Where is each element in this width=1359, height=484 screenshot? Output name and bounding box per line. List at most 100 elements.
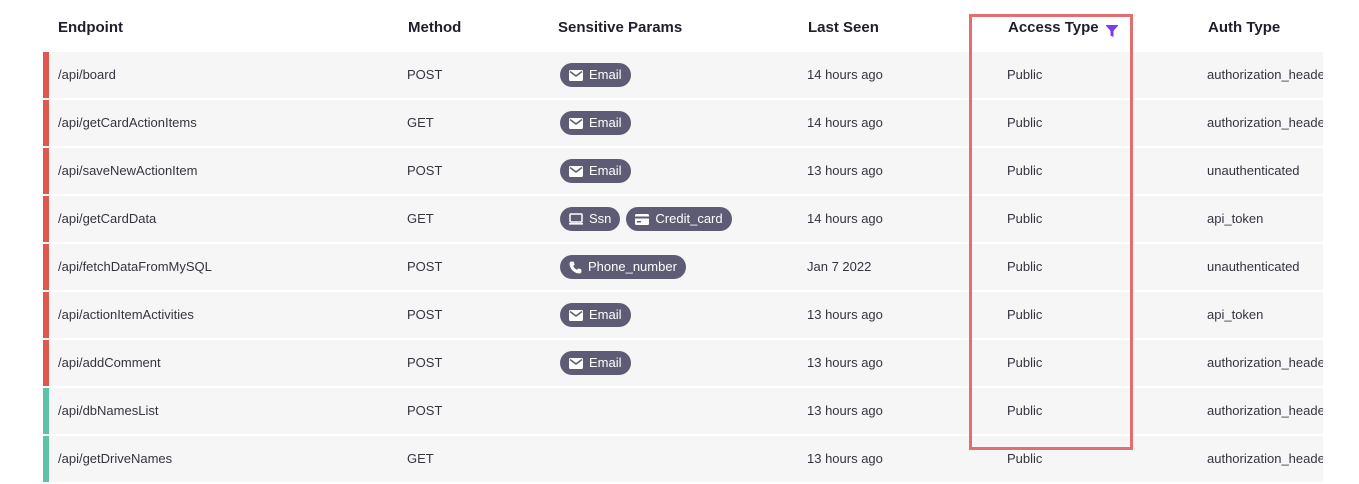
last-seen-cell: 13 hours ago: [807, 355, 883, 370]
table-row[interactable]: /api/getDriveNames GET 13 hours ago Public a…: [43, 436, 1323, 482]
endpoints-table: Endpoint Method Sensitive Params Last Se…: [43, 0, 1323, 484]
endpoint-cell[interactable]: /api/board: [58, 52, 116, 98]
access-type-cell: Public: [1007, 115, 1043, 130]
risk-indicator-bar: [43, 196, 49, 242]
column-header-auth-type[interactable]: Auth Type: [1208, 19, 1280, 36]
risk-indicator-bar: [43, 148, 49, 194]
sensitive-param-pill[interactable]: Ssn: [560, 207, 621, 231]
risk-indicator-bar: [43, 388, 49, 434]
email-icon: [569, 117, 583, 129]
access-type-cell: Public: [1007, 67, 1043, 82]
risk-indicator-bar: [43, 52, 49, 98]
auth-type-cell: unauthenticated: [1207, 259, 1300, 274]
email-icon: [569, 357, 583, 369]
method-cell: GET: [407, 115, 434, 130]
table-row[interactable]: /api/saveNewActionItem POST Email 13 hours …: [43, 148, 1323, 194]
endpoint-cell[interactable]: /api/saveNewActionItem: [58, 148, 197, 194]
endpoint-cell[interactable]: /api/addComment: [58, 340, 161, 386]
sensitive-param-label: Credit_card: [655, 211, 723, 226]
access-type-cell: Public: [1007, 163, 1043, 178]
phone-icon: [569, 261, 582, 274]
column-header-method[interactable]: Method: [408, 19, 461, 36]
sensitive-param-pill[interactable]: Email: [560, 159, 631, 183]
sensitive-params-cell: Email: [560, 148, 637, 194]
email-icon: [569, 165, 583, 177]
column-header-access-type[interactable]: Access Type: [1008, 19, 1099, 36]
sensitive-param-pill[interactable]: Email: [560, 303, 631, 327]
sensitive-param-label: Ssn: [589, 211, 612, 226]
endpoint-cell[interactable]: /api/getCardActionItems: [58, 100, 197, 146]
sensitive-param-label: Email: [589, 307, 622, 322]
sensitive-param-pill[interactable]: Credit_card: [626, 207, 732, 231]
auth-type-cell: authorization_header: [1207, 67, 1323, 82]
sensitive-param-pill[interactable]: Email: [560, 351, 631, 375]
method-cell: GET: [407, 451, 434, 466]
access-type-cell: Public: [1007, 307, 1043, 322]
last-seen-cell: 13 hours ago: [807, 403, 883, 418]
sensitive-param-pill[interactable]: Email: [560, 111, 631, 135]
column-header-endpoint[interactable]: Endpoint: [58, 19, 123, 36]
email-icon: [569, 69, 583, 81]
risk-indicator-bar: [43, 244, 49, 290]
table-row[interactable]: /api/getCardActionItems GET Email 14 hours …: [43, 100, 1323, 146]
sensitive-params-cell: Ssn Credit_card: [560, 196, 738, 242]
last-seen-cell: Jan 7 2022: [807, 259, 872, 274]
last-seen-cell: 14 hours ago: [807, 115, 883, 130]
auth-type-cell: unauthenticated: [1207, 163, 1300, 178]
last-seen-cell: 14 hours ago: [807, 211, 883, 226]
sensitive-param-label: Email: [589, 163, 622, 178]
last-seen-cell: 13 hours ago: [807, 307, 883, 322]
auth-type-cell: authorization_header: [1207, 403, 1323, 418]
table-row[interactable]: /api/addComment POST Email 13 hours ago Publ…: [43, 340, 1323, 386]
method-cell: POST: [407, 67, 443, 82]
table-row[interactable]: /api/fetchDataFromMySQL POST Phone_number J…: [43, 244, 1323, 290]
endpoint-cell[interactable]: /api/getDriveNames: [58, 436, 172, 482]
risk-indicator-bar: [43, 436, 49, 482]
method-cell: POST: [407, 403, 443, 418]
method-cell: POST: [407, 163, 443, 178]
table-header: Endpoint Method Sensitive Params Last Se…: [43, 0, 1323, 52]
auth-type-cell: authorization_header: [1207, 115, 1323, 130]
filter-icon[interactable]: [1105, 24, 1119, 43]
auth-type-cell: api_token: [1207, 211, 1264, 226]
auth-type-cell: authorization_header: [1207, 451, 1323, 466]
last-seen-cell: 14 hours ago: [807, 67, 883, 82]
column-header-last-seen[interactable]: Last Seen: [808, 19, 879, 36]
access-type-cell: Public: [1007, 403, 1043, 418]
monitor-icon: [569, 213, 583, 225]
credit-card-icon: [635, 213, 650, 225]
table-row[interactable]: /api/board POST Email 14 hours ago Public aut…: [43, 52, 1323, 98]
auth-type-cell: authorization_header: [1207, 355, 1323, 370]
endpoint-cell[interactable]: /api/actionItemActivities: [58, 292, 194, 338]
access-type-cell: Public: [1007, 451, 1043, 466]
email-icon: [569, 309, 583, 321]
access-type-cell: Public: [1007, 355, 1043, 370]
table-row[interactable]: /api/actionItemActivities POST Email 13 hou…: [43, 292, 1323, 338]
auth-type-cell: api_token: [1207, 307, 1264, 322]
sensitive-params-cell: Phone_number: [560, 244, 692, 290]
method-cell: GET: [407, 211, 434, 226]
risk-indicator-bar: [43, 340, 49, 386]
risk-indicator-bar: [43, 100, 49, 146]
method-cell: POST: [407, 355, 443, 370]
sensitive-param-pill[interactable]: Email: [560, 63, 631, 87]
sensitive-params-cell: Email: [560, 340, 637, 386]
endpoint-cell[interactable]: /api/dbNamesList: [58, 388, 158, 434]
table-body: /api/board POST Email 14 hours ago Public aut…: [43, 52, 1323, 482]
access-type-cell: Public: [1007, 259, 1043, 274]
table-row[interactable]: /api/getCardData GET Ssn Credit_card 14 hour…: [43, 196, 1323, 242]
table-row[interactable]: /api/dbNamesList POST 13 hours ago Public au…: [43, 388, 1323, 434]
last-seen-cell: 13 hours ago: [807, 451, 883, 466]
last-seen-cell: 13 hours ago: [807, 163, 883, 178]
sensitive-param-label: Email: [589, 115, 622, 130]
endpoint-cell[interactable]: /api/fetchDataFromMySQL: [58, 244, 212, 290]
access-type-cell: Public: [1007, 211, 1043, 226]
sensitive-param-label: Phone_number: [588, 259, 677, 274]
endpoint-cell[interactable]: /api/getCardData: [58, 196, 156, 242]
column-header-sensitive-params[interactable]: Sensitive Params: [558, 19, 682, 36]
sensitive-params-cell: Email: [560, 292, 637, 338]
sensitive-params-cell: Email: [560, 100, 637, 146]
sensitive-param-pill[interactable]: Phone_number: [560, 255, 686, 279]
sensitive-param-label: Email: [589, 355, 622, 370]
method-cell: POST: [407, 259, 443, 274]
